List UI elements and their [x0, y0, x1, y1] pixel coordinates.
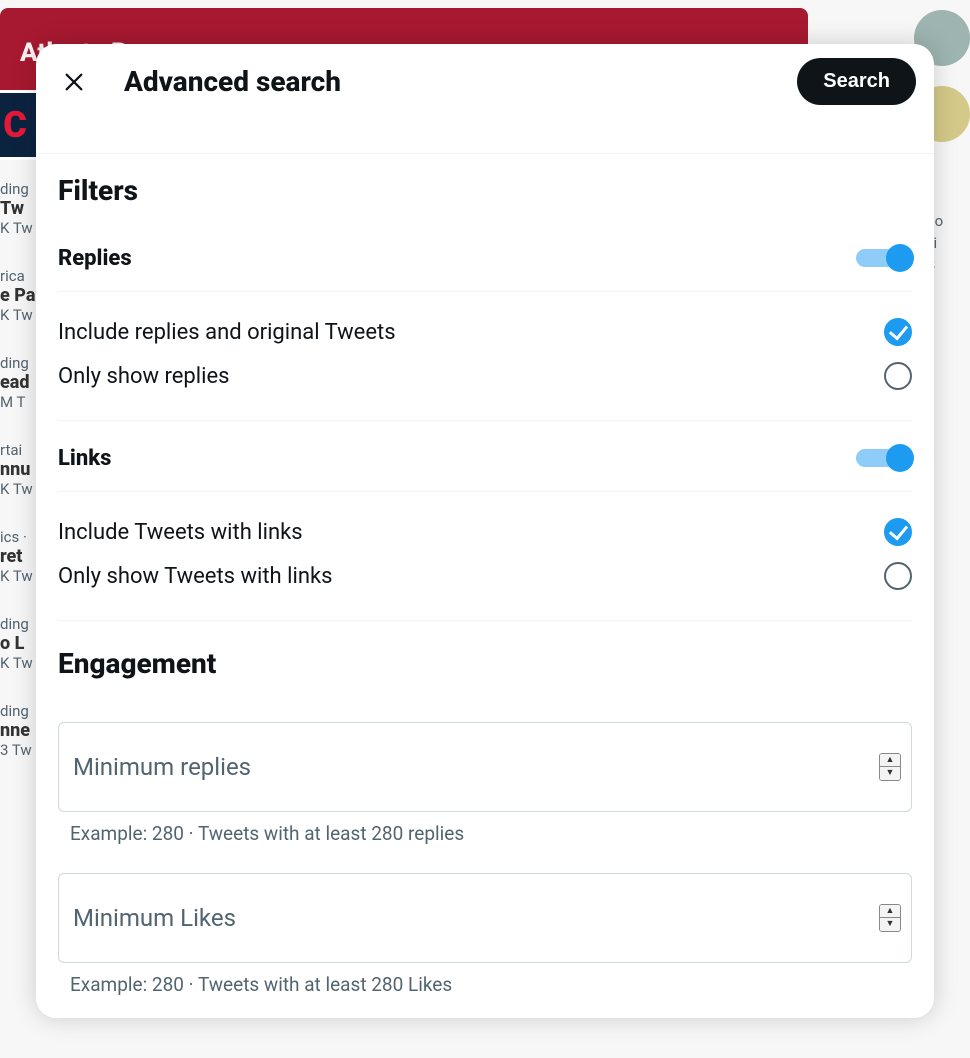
- replies-option-include[interactable]: Include replies and original Tweets: [58, 310, 912, 354]
- radio-checked-icon[interactable]: [884, 518, 912, 546]
- replies-title: Replies: [58, 246, 132, 271]
- min-replies-example: Example: 280 · Tweets with at least 280 …: [58, 812, 912, 845]
- radio-unchecked-icon[interactable]: [884, 362, 912, 390]
- engagement-heading: Engagement: [36, 621, 934, 704]
- modal-header: Advanced search Search: [36, 44, 934, 119]
- stepper-up-icon[interactable]: ▲: [880, 905, 900, 918]
- close-button[interactable]: [54, 62, 94, 102]
- filter-group-replies: Replies Include replies and original Twe…: [36, 231, 934, 421]
- number-stepper: ▲ ▼: [879, 904, 901, 932]
- toggle-thumb: [886, 244, 914, 272]
- radio-checked-icon[interactable]: [884, 318, 912, 346]
- stepper-up-icon[interactable]: ▲: [880, 754, 900, 767]
- min-likes-input[interactable]: Minimum Likes ▲ ▼: [58, 873, 912, 963]
- min-replies-placeholder: Minimum replies: [73, 753, 251, 781]
- modal-overlay: Advanced search Search Filters Replies I…: [0, 0, 970, 1058]
- modal-body: Filters Replies Include replies and orig…: [36, 119, 934, 1018]
- filters-heading: Filters: [36, 154, 934, 231]
- replies-option-only[interactable]: Only show replies: [58, 354, 912, 398]
- min-replies-block: Minimum replies ▲ ▼ Example: 280 · Tweet…: [58, 722, 912, 845]
- number-stepper: ▲ ▼: [879, 753, 901, 781]
- option-label: Only show replies: [58, 364, 230, 389]
- option-label: Include replies and original Tweets: [58, 320, 396, 345]
- engagement-section: Minimum replies ▲ ▼ Example: 280 · Tweet…: [36, 722, 934, 996]
- stepper-down-icon[interactable]: ▼: [880, 767, 900, 780]
- option-label: Include Tweets with links: [58, 520, 303, 545]
- filter-group-links: Links Include Tweets with links Only sho…: [36, 421, 934, 621]
- modal-title: Advanced search: [124, 65, 767, 98]
- option-label: Only show Tweets with links: [58, 564, 332, 589]
- links-title: Links: [58, 446, 111, 471]
- radio-unchecked-icon[interactable]: [884, 562, 912, 590]
- links-toggle[interactable]: [856, 443, 912, 473]
- close-icon: [63, 71, 85, 93]
- min-likes-block: Minimum Likes ▲ ▼ Example: 280 · Tweets …: [58, 873, 912, 996]
- toggle-thumb: [886, 444, 914, 472]
- search-button[interactable]: Search: [797, 58, 916, 105]
- min-likes-placeholder: Minimum Likes: [73, 904, 236, 932]
- min-replies-input[interactable]: Minimum replies ▲ ▼: [58, 722, 912, 812]
- min-likes-example: Example: 280 · Tweets with at least 280 …: [58, 963, 912, 996]
- links-option-only[interactable]: Only show Tweets with links: [58, 554, 912, 598]
- links-option-include[interactable]: Include Tweets with links: [58, 510, 912, 554]
- replies-toggle[interactable]: [856, 243, 912, 273]
- advanced-search-modal: Advanced search Search Filters Replies I…: [36, 44, 934, 1018]
- stepper-down-icon[interactable]: ▼: [880, 918, 900, 931]
